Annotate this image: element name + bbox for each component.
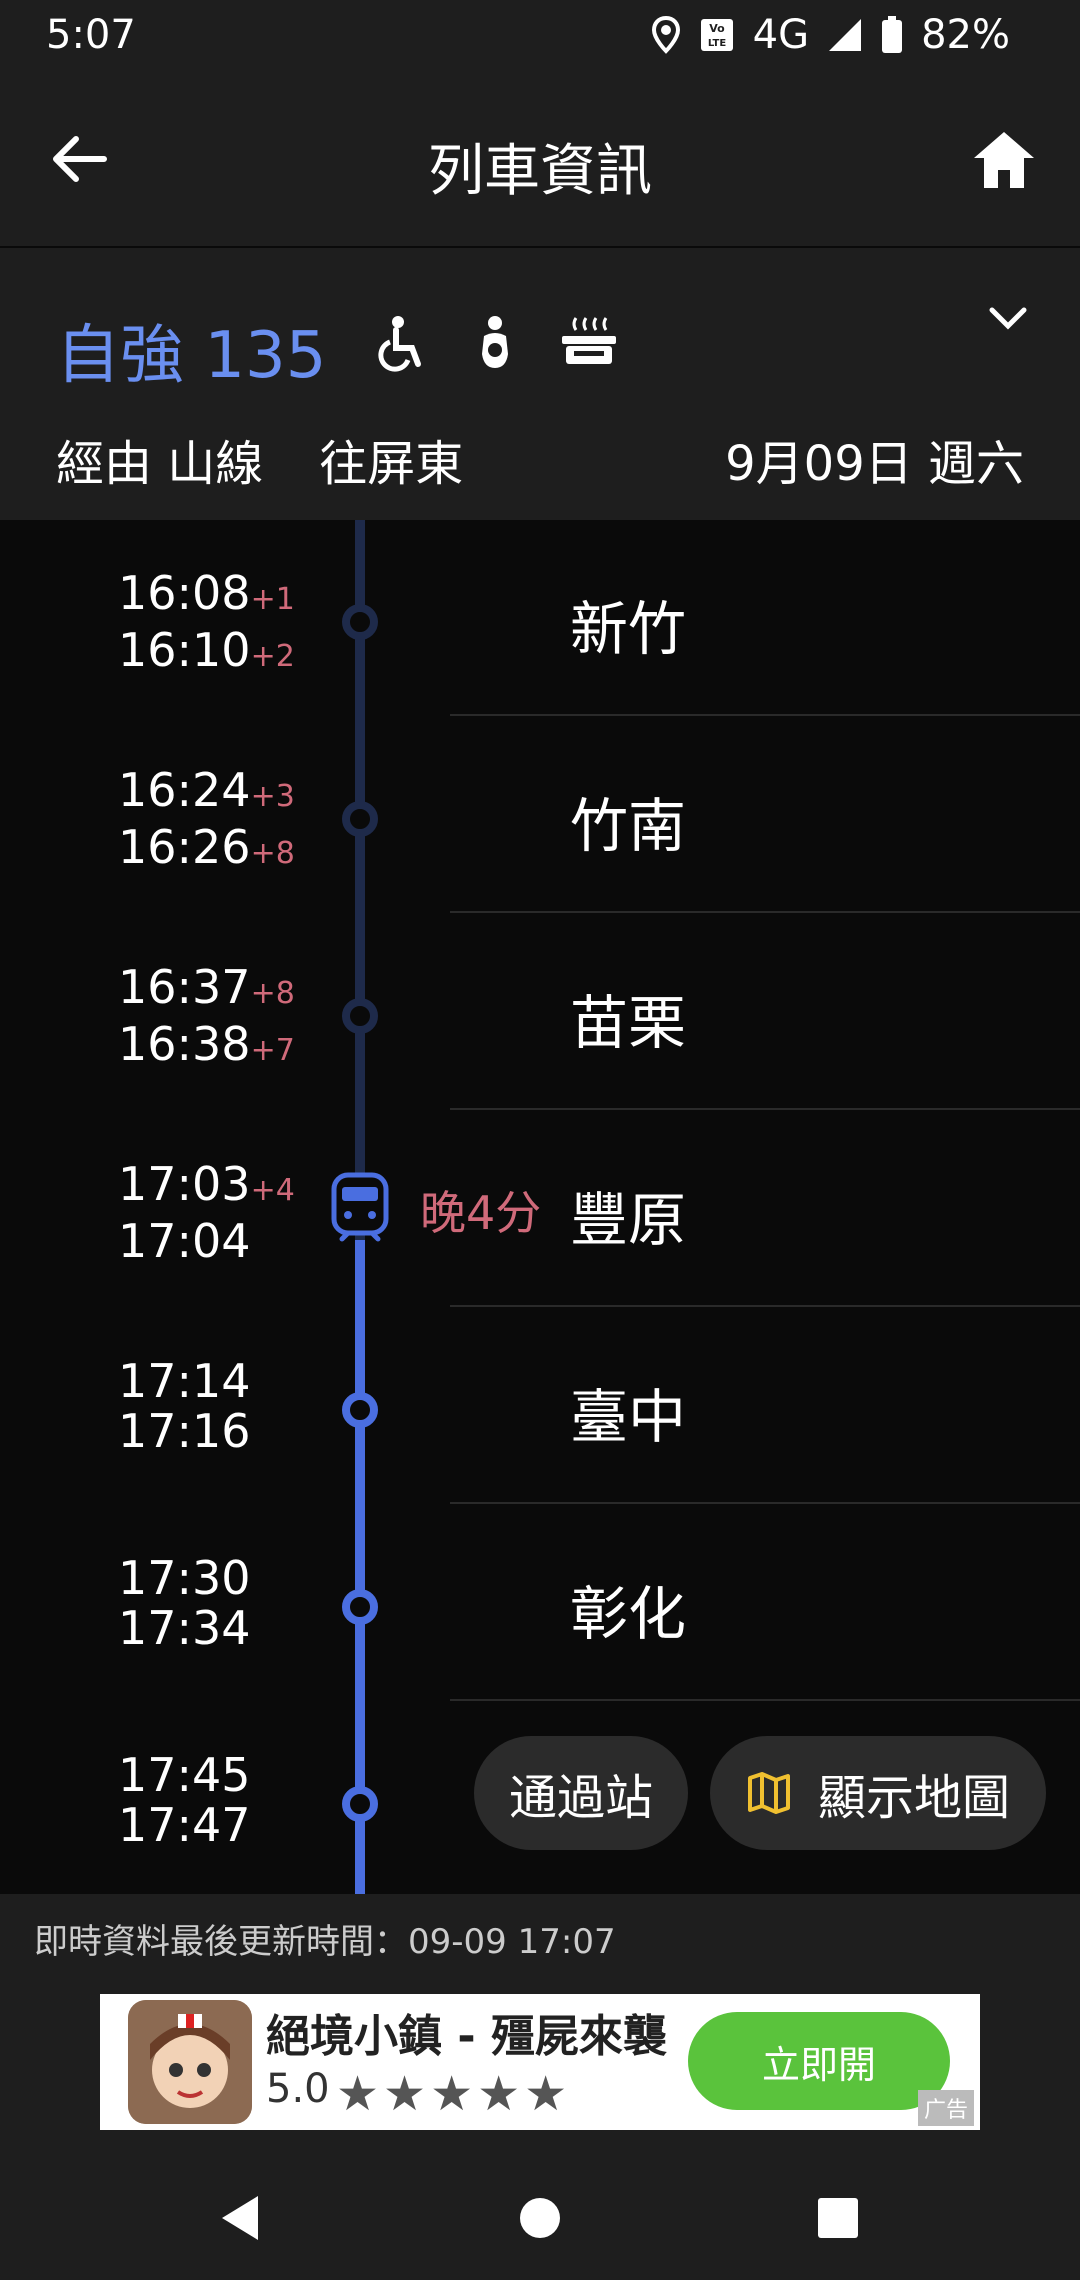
station-name: 苗栗 [570,989,687,1057]
divider [450,1305,1080,1307]
station-row[interactable]: 16:24+3 16:26+8 竹南 [0,717,1080,913]
divider [450,1108,1080,1110]
station-times: 17:45 17:47 [118,1750,251,1850]
arrive-delay: +3 [250,779,295,814]
route-info: 經由 山線 往屏東 [56,424,519,494]
ad-title: 絕境小鎮 - 殭屍來襲 [266,2011,667,2062]
arrive-time: 16:37 [118,960,251,1014]
ad-app-icon [128,2000,252,2124]
last-update-text: 即時資料最後更新時間：09-09 17:07 [34,1922,616,1962]
wheelchair-icon [378,316,421,372]
ad-rating: 5.0 [266,2066,330,2112]
station-dot [342,998,378,1034]
depart-delay: +2 [250,639,295,674]
arrive-time: 16:24 [118,763,251,817]
divider [450,1699,1080,1701]
station-row-current[interactable]: 17:03+4 17:04 晚4分 豐原 [0,1111,1080,1307]
depart-delay: +8 [250,836,295,871]
divider [450,1502,1080,1504]
home-icon[interactable] [968,124,1040,196]
depart-time: 16:10 [118,623,251,677]
svg-text:LTE: LTE [707,38,726,49]
map-icon [747,1772,790,1814]
battery-icon [882,16,903,53]
station-row[interactable]: 16:37+8 16:38+7 苗栗 [0,914,1080,1110]
arrive-time: 16:08 [118,566,251,620]
ad-open-button[interactable]: 立即開 [688,2012,950,2110]
station-times: 16:08+1 16:10+2 [118,568,295,682]
station-row[interactable]: 17:30 17:34 彰化 [0,1505,1080,1701]
station-name: 新竹 [570,595,687,663]
depart-time: 17:47 [118,1798,251,1852]
station-timeline: 16:08+1 16:10+2 新竹 16:24+3 16:26+8 竹南 16… [0,520,1080,1894]
destination: 往屏東 [319,436,464,492]
depart-time: 17:16 [118,1404,251,1458]
station-dot [342,1786,378,1822]
station-name: 臺中 [570,1383,687,1451]
arrive-delay: +8 [250,976,295,1011]
station-times: 17:14 17:16 [118,1356,251,1456]
divider [450,911,1080,913]
station-row[interactable]: 17:14 17:16 臺中 [0,1308,1080,1504]
divider [450,714,1080,716]
ad-tag: 广告 [917,2090,974,2126]
nursing-room-icon [482,316,508,368]
arrive-delay: +1 [250,582,295,617]
arrive-time: 17:45 [118,1748,251,1802]
network-type: 4G [752,12,810,58]
route-line: 經由 山線 [56,436,264,492]
station-times: 17:30 17:34 [118,1553,251,1653]
battery-level: 82% [921,12,1010,58]
app-bar: 列車資訊 [0,74,1080,246]
depart-time: 17:04 [118,1214,251,1268]
lunchbox-icon [562,317,616,364]
depart-time: 17:34 [118,1601,251,1655]
station-row[interactable]: 16:08+1 16:10+2 新竹 [0,520,1080,716]
status-bar: 5:07 Vo LTE 4G 82% [0,0,1080,74]
arrive-time: 17:30 [118,1551,251,1605]
arrive-time: 17:14 [118,1354,251,1408]
station-name: 豐原 [570,1186,687,1254]
train-position-icon [331,1172,389,1242]
amenities [372,314,618,372]
station-dot [342,1589,378,1625]
station-times: 17:03+4 17:04 [118,1159,295,1273]
nav-home-icon[interactable] [508,2186,572,2250]
travel-date: 9月09日 週六 [725,436,1024,492]
depart-delay: +7 [250,1033,295,1068]
signal-icon [829,19,862,51]
svg-text:Vo: Vo [709,22,725,35]
passed-stations-button[interactable]: 通過站 [474,1736,688,1850]
station-times: 16:24+3 16:26+8 [118,765,295,879]
station-name: 竹南 [570,792,687,860]
show-map-label: 顯示地圖 [817,1770,1010,1826]
status-icons: Vo LTE 4G 82% [651,12,1010,58]
station-dot [342,1392,378,1428]
chevron-down-icon[interactable] [978,288,1038,348]
station-dot [342,604,378,640]
station-dot [342,801,378,837]
show-map-button[interactable]: 顯示地圖 [710,1736,1046,1850]
depart-time: 16:38 [118,1017,251,1071]
rating-stars-icon: ★★★★★ [336,2066,572,2122]
late-badge: 晚4分 [420,1186,542,1240]
nav-recents-icon[interactable] [806,2186,870,2250]
status-time: 5:07 [46,12,136,58]
arrive-delay: +4 [250,1173,295,1208]
page-title: 列車資訊 [428,139,652,204]
nav-back-icon[interactable] [210,2186,274,2250]
train-name: 自強 135 [56,319,327,393]
location-icon [651,16,680,54]
arrive-time: 17:03 [118,1157,251,1211]
depart-time: 16:26 [118,820,251,874]
station-name: 彰化 [570,1580,687,1648]
passed-stations-label: 通過站 [508,1770,653,1826]
station-times: 16:37+8 16:38+7 [118,962,295,1076]
volte-icon: Vo LTE [700,19,733,51]
ad-banner[interactable]: 絕境小鎮 - 殭屍來襲 5.0 ★★★★★ 立即開 广告 [100,1994,980,2130]
system-nav-bar [0,2156,1080,2280]
train-header: 自強 135 經由 山線 往屏東 9月09日 週六 [0,248,1080,520]
